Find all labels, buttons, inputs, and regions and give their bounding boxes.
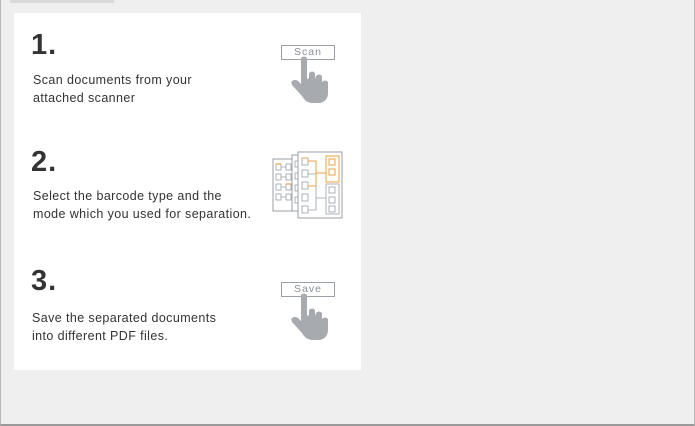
step-3-number: 3.: [31, 265, 58, 297]
step-1-line-1: Scan documents from your: [33, 73, 192, 87]
instructions-panel: 1. Scan documents from your attached sca…: [14, 13, 361, 370]
step-1-description: Scan documents from your attached scanne…: [33, 71, 192, 107]
step-2-number: 2.: [31, 146, 58, 178]
document-separation-icon: [272, 151, 343, 219]
step-1-number: 1.: [31, 29, 58, 61]
step-3-line-2: into different PDF files.: [32, 329, 169, 343]
step-2-line-2: mode which you used for separation.: [33, 207, 252, 221]
hand-pointer-icon: [291, 56, 328, 103]
hand-pointer-icon: [291, 293, 328, 340]
step-1-line-2: attached scanner: [33, 91, 136, 105]
step-2-line-1: Select the barcode type and the: [33, 189, 222, 203]
top-tab: [10, 0, 114, 3]
step-2-description: Select the barcode type and the mode whi…: [33, 187, 251, 223]
step-3-description: Save the separated documents into differ…: [32, 309, 216, 345]
step-3-line-1: Save the separated documents: [32, 311, 217, 325]
